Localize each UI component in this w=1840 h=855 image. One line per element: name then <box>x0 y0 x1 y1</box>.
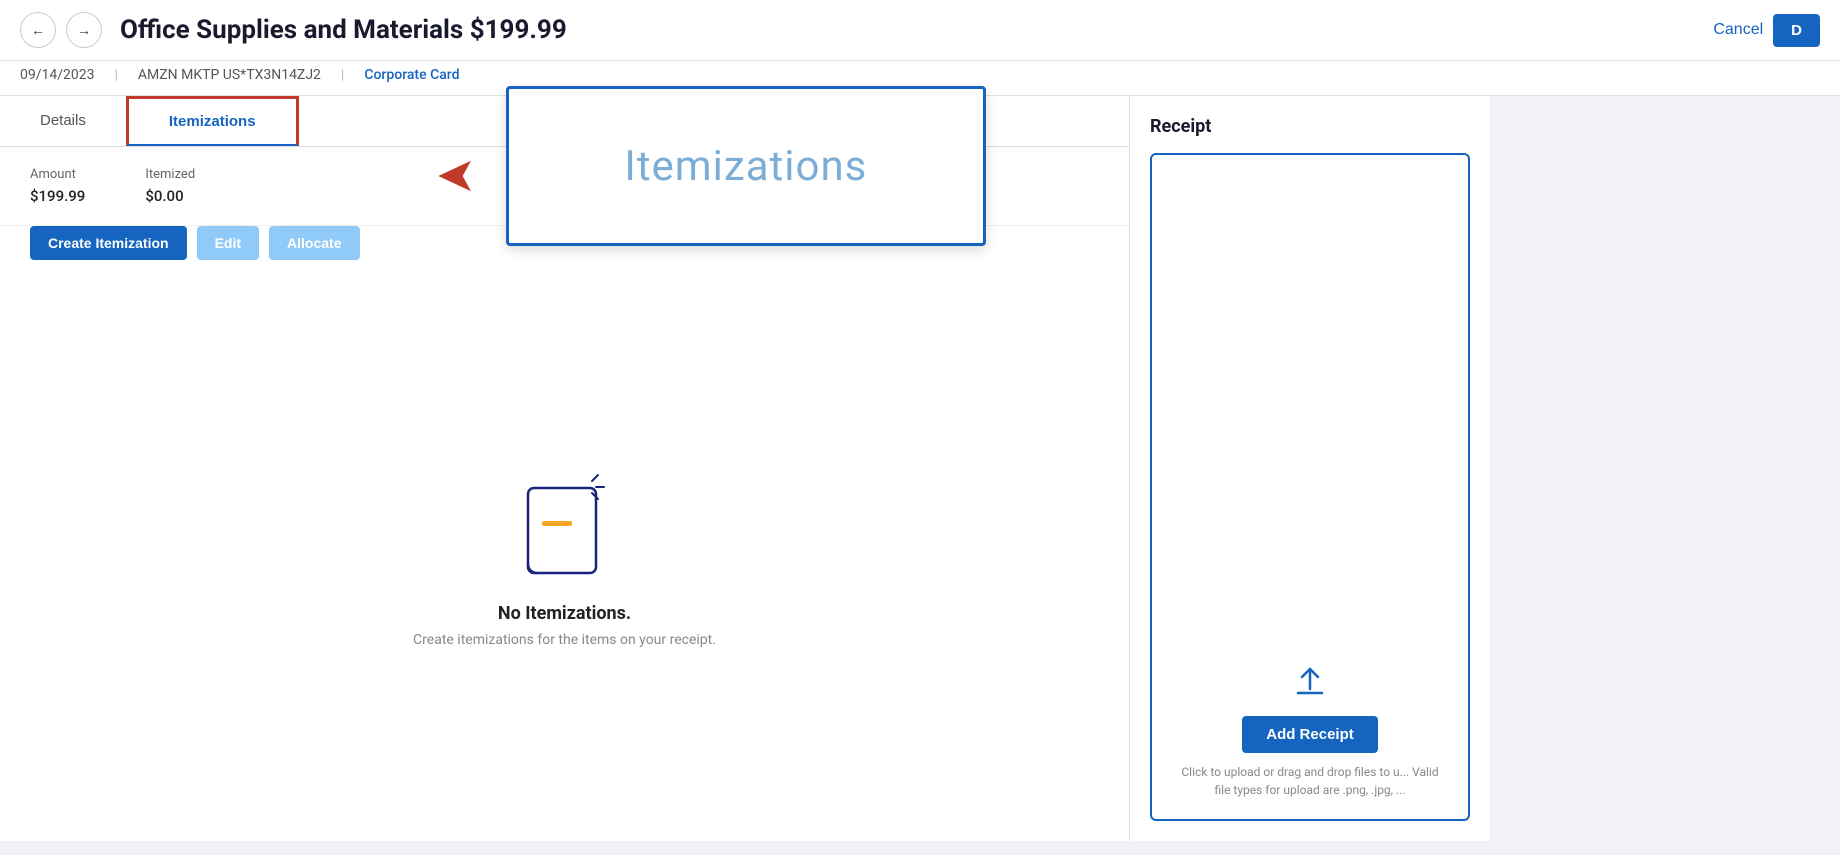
add-receipt-button[interactable]: Add Receipt <box>1242 716 1378 753</box>
meta-separator-1: | <box>115 67 118 83</box>
done-button[interactable]: D <box>1773 14 1820 47</box>
corporate-card-link[interactable]: Corporate Card <box>364 67 459 83</box>
red-arrow-icon: ➤ <box>436 146 476 203</box>
tab-itemizations[interactable]: Itemizations <box>126 96 299 146</box>
receipt-upload-area[interactable]: Add Receipt Click to upload or drag and … <box>1150 153 1470 821</box>
no-itemizations-icon <box>520 473 610 583</box>
cancel-button[interactable]: Cancel <box>1713 21 1763 39</box>
itemizations-popup-text: Itemizations <box>624 142 867 191</box>
empty-state: No Itemizations. Create itemizations for… <box>0 280 1129 841</box>
amount-group: Amount $199.99 <box>30 167 85 205</box>
transaction-date: 09/14/2023 <box>20 67 95 83</box>
tabs-container: Details Itemizations Itemizations ➤ <box>0 96 1129 147</box>
itemized-value: $0.00 <box>145 187 183 205</box>
tab-itemizations-wrapper: Itemizations Itemizations ➤ <box>126 96 299 146</box>
back-button[interactable]: ← <box>20 12 56 48</box>
meta-separator-2: | <box>341 67 344 83</box>
page-title: Office Supplies and Materials $199.99 <box>120 15 567 45</box>
top-bar: ← → Office Supplies and Materials $199.9… <box>0 0 1840 61</box>
upload-hint: Click to upload or drag and drop files t… <box>1172 763 1448 799</box>
create-itemization-button[interactable]: Create Itemization <box>30 226 187 260</box>
forward-button[interactable]: → <box>66 12 102 48</box>
amount-label: Amount <box>30 167 85 182</box>
upload-icon <box>1294 665 1326 704</box>
transaction-ref: AMZN MKTP US*TX3N14ZJ2 <box>138 67 321 83</box>
allocate-button[interactable]: Allocate <box>269 226 359 260</box>
empty-subtitle: Create itemizations for the items on you… <box>413 632 716 648</box>
right-panel: Receipt Add Receipt Click to upload or d… <box>1130 96 1490 841</box>
itemized-label: Itemized <box>145 167 195 182</box>
empty-title: No Itemizations. <box>498 603 631 624</box>
arrow-container: ➤ <box>436 146 476 203</box>
itemized-group: Itemized $0.00 <box>145 167 195 205</box>
top-bar-right: Cancel D <box>1713 14 1820 47</box>
amount-value: $199.99 <box>30 187 85 205</box>
top-bar-left: ← → Office Supplies and Materials $199.9… <box>20 12 567 48</box>
left-panel: Details Itemizations Itemizations ➤ Amou… <box>0 96 1130 841</box>
main-content: Details Itemizations Itemizations ➤ Amou… <box>0 96 1840 841</box>
itemizations-popup: Itemizations <box>506 86 986 246</box>
tab-details[interactable]: Details <box>0 96 126 146</box>
edit-button[interactable]: Edit <box>197 226 259 260</box>
receipt-section-title: Receipt <box>1150 116 1470 137</box>
